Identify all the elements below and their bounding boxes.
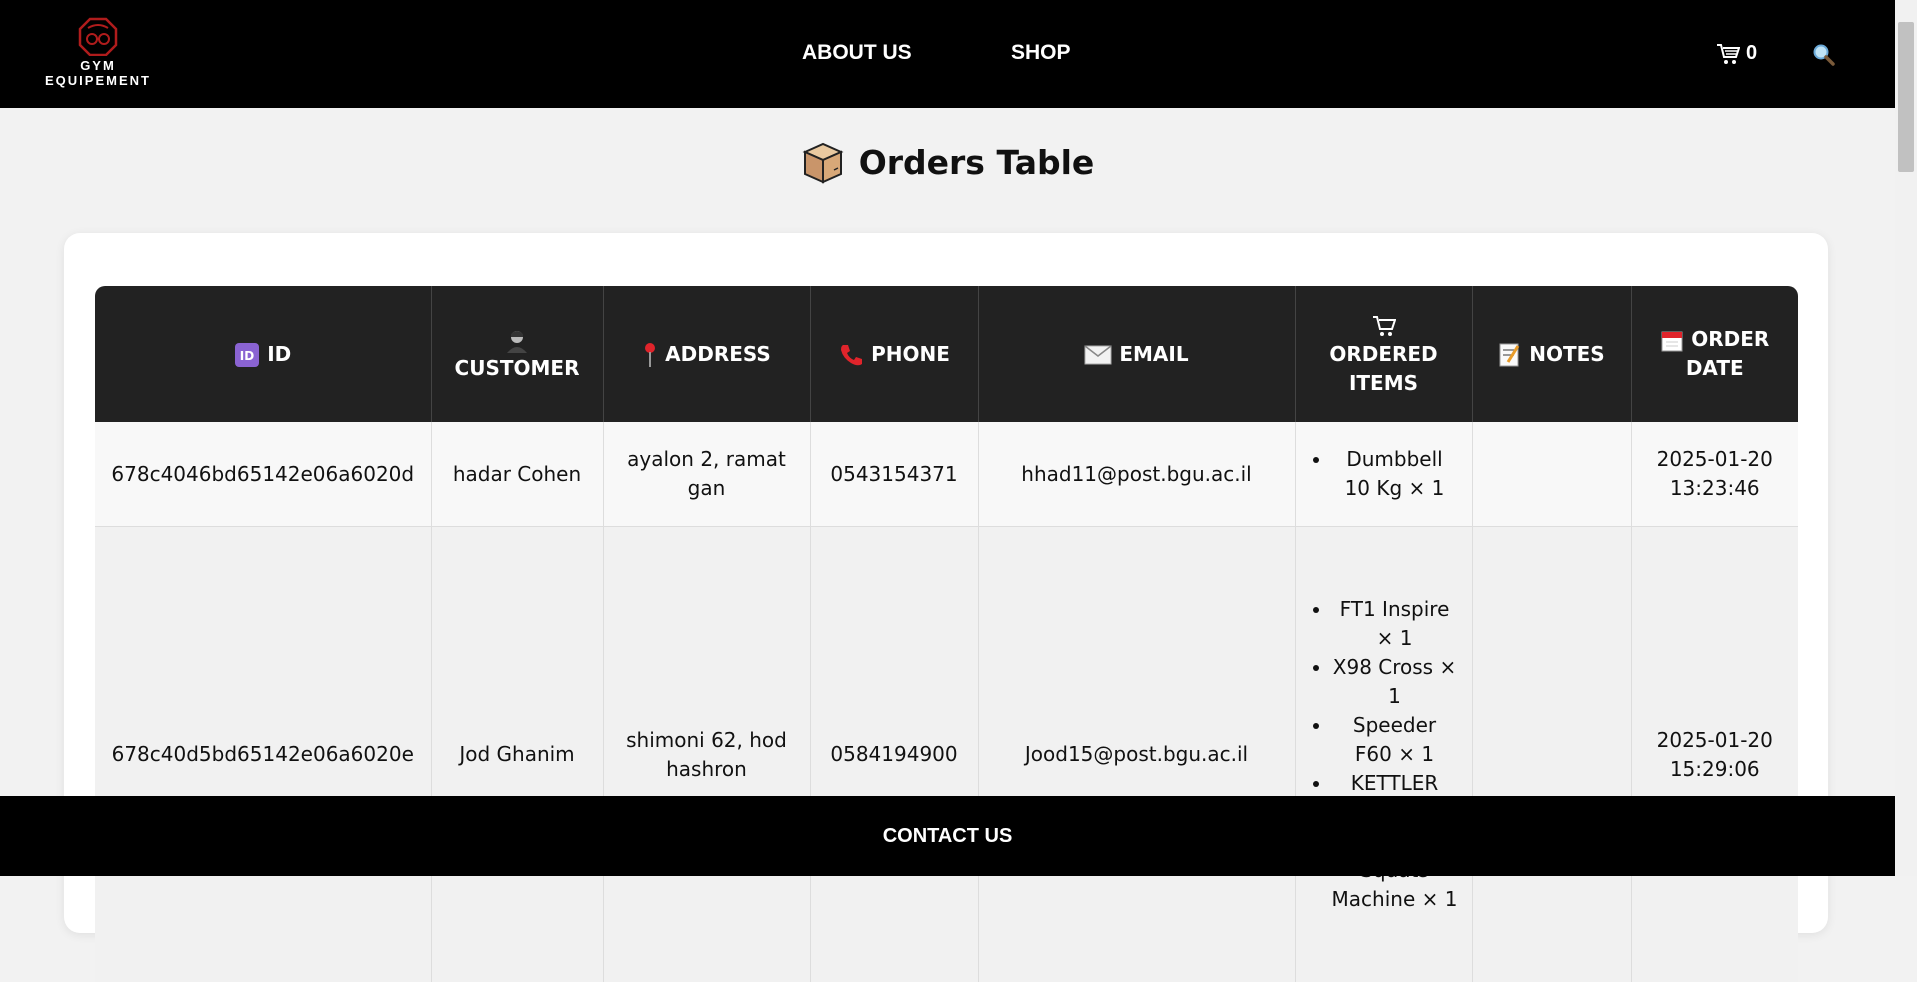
contact-us-link[interactable]: CONTACT US — [883, 825, 1013, 848]
brand-logo[interactable]: GYM EQUIPEMENT — [28, 16, 168, 78]
cell-address: shimoni 62, hod hashron — [603, 527, 810, 982]
header-id[interactable]: ID ID — [95, 286, 431, 422]
cell-ordered-items: Dumbbell 10 Kg × 1 — [1295, 422, 1472, 527]
header-phone[interactable]: PHONE — [810, 286, 978, 422]
cell-notes — [1472, 422, 1631, 527]
package-icon — [801, 140, 845, 184]
cell-phone: 0584194900 — [810, 527, 978, 982]
search-button[interactable] — [1811, 42, 1835, 70]
ordered-item: FT1 Inspire × 1 — [1332, 595, 1458, 653]
scrollbar-thumb[interactable] — [1898, 22, 1914, 172]
ordered-item: Dumbbell 10 Kg × 1 — [1332, 445, 1458, 503]
cell-order-date: 2025-01-20 13:23:46 — [1631, 422, 1798, 527]
cell-email: Jood15@post.bgu.ac.il — [978, 527, 1295, 982]
header-notes[interactable]: NOTES — [1472, 286, 1631, 422]
ordered-item: Speeder F60 × 1 — [1332, 711, 1458, 769]
table-row[interactable]: 678c4046bd65142e06a6020d hadar Cohen aya… — [95, 422, 1798, 527]
table-row[interactable]: 678c40d5bd65142e06a6020e Jod Ghanim shim… — [95, 527, 1798, 982]
header-address[interactable]: ADDRESS — [603, 286, 810, 422]
svg-text:ID: ID — [240, 349, 254, 363]
header-ordered-items[interactable]: ORDERED ITEMS — [1295, 286, 1472, 422]
cell-customer: hadar Cohen — [431, 422, 603, 527]
cart-button[interactable]: 0 — [1716, 42, 1757, 65]
phone-icon — [838, 342, 864, 368]
id-badge-icon: ID — [234, 342, 260, 368]
header-email[interactable]: EMAIL — [978, 286, 1295, 422]
orders-table-container: ID ID CUSTOMER ADDRESS PHONE EMAIL — [95, 286, 1798, 982]
cell-customer: Jod Ghanim — [431, 527, 603, 982]
cell-id: 678c4046bd65142e06a6020d — [95, 422, 431, 527]
search-icon — [1811, 42, 1835, 66]
page-title: Orders Table — [859, 143, 1095, 182]
ordered-items-list: Dumbbell 10 Kg × 1 — [1310, 445, 1458, 503]
page-title-row: Orders Table — [0, 140, 1895, 184]
cell-phone: 0543154371 — [810, 422, 978, 527]
envelope-icon — [1084, 344, 1112, 366]
cell-email: hhad11@post.bgu.ac.il — [978, 422, 1295, 527]
memo-icon — [1498, 342, 1522, 368]
pin-icon — [642, 342, 658, 368]
cell-notes — [1472, 527, 1631, 982]
brand-name: GYM EQUIPEMENT — [30, 58, 166, 88]
cell-ordered-items: FT1 Inspire × 1 X98 Cross × 1 Speeder F6… — [1295, 527, 1472, 982]
cell-order-date: 2025-01-20 15:29:06 — [1631, 527, 1798, 982]
cell-id: 678c40d5bd65142e06a6020e — [95, 527, 431, 982]
orders-table: ID ID CUSTOMER ADDRESS PHONE EMAIL — [95, 286, 1798, 982]
footer-bar: CONTACT US — [0, 796, 1895, 876]
logo-emblem-icon — [28, 16, 168, 56]
nav-about-us[interactable]: ABOUT US — [802, 41, 912, 65]
table-header-row: ID ID CUSTOMER ADDRESS PHONE EMAIL — [95, 286, 1798, 422]
person-icon — [505, 328, 529, 354]
ordered-item: X98 Cross × 1 — [1332, 653, 1458, 711]
cart-icon — [1372, 315, 1396, 337]
cart-count: 0 — [1746, 42, 1757, 65]
top-navigation-bar: GYM EQUIPEMENT ABOUT US SHOP 0 — [0, 0, 1895, 108]
calendar-icon — [1660, 329, 1684, 353]
header-order-date[interactable]: ORDER DATE — [1631, 286, 1798, 422]
nav-shop[interactable]: SHOP — [1011, 41, 1071, 65]
header-customer[interactable]: CUSTOMER — [431, 286, 603, 422]
cell-address: ayalon 2, ramat gan — [603, 422, 810, 527]
cart-icon — [1716, 43, 1740, 65]
